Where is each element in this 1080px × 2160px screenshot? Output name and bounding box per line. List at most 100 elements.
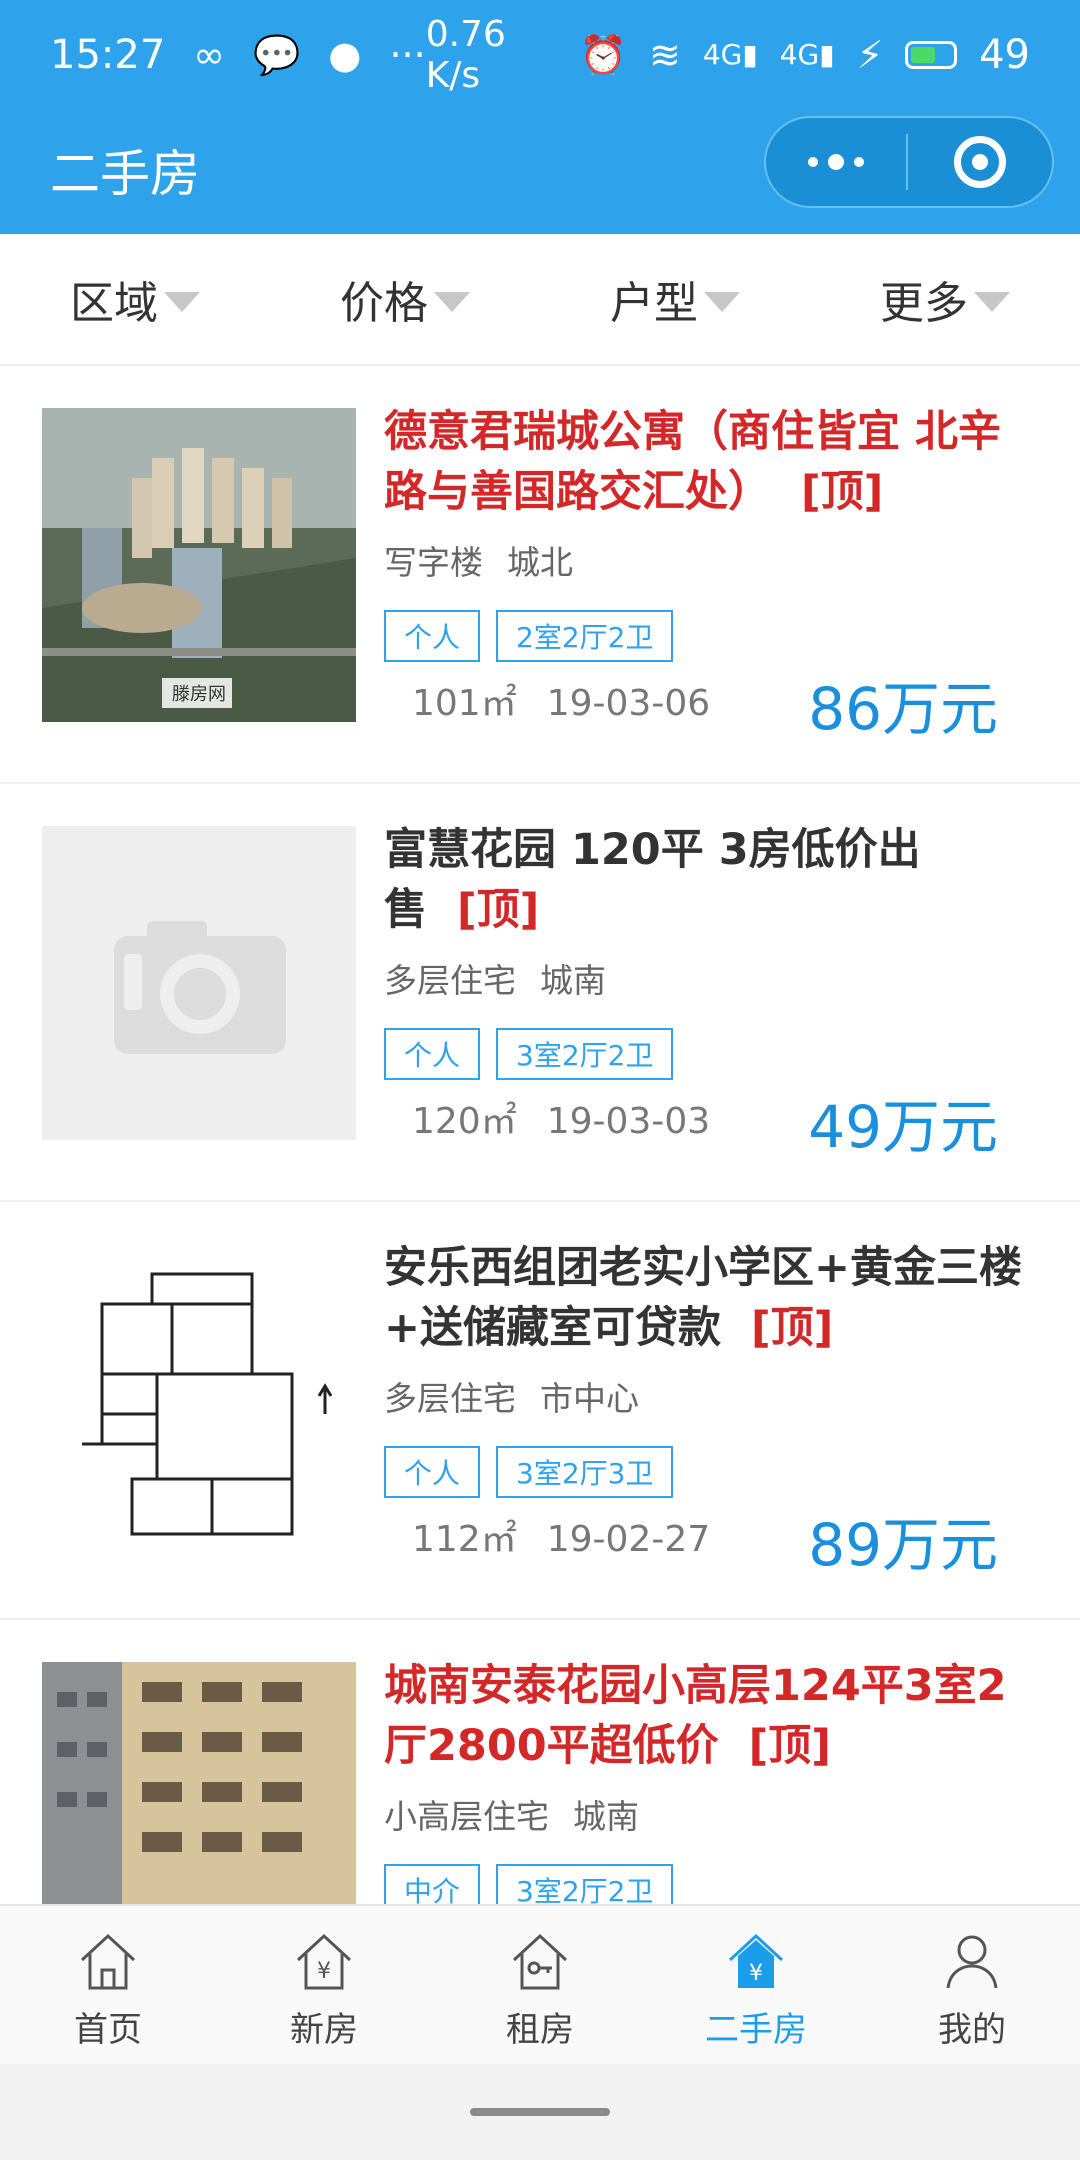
message-icon: ● bbox=[328, 33, 362, 77]
district: 市中心 bbox=[540, 1379, 639, 1418]
seller-tag: 个人 bbox=[384, 1028, 481, 1080]
network-speed: 0.76 K/s bbox=[425, 14, 506, 96]
listing-meta: 多层住宅 城南 bbox=[384, 954, 1024, 1002]
property-type: 写字楼 bbox=[384, 543, 483, 582]
seller-tag: 个人 bbox=[384, 610, 481, 662]
filter-label: 价格 bbox=[340, 278, 428, 329]
tag-list: 中介 3室2厅2卫 bbox=[384, 1864, 1024, 1904]
listing-title[interactable]: 富慧花园 120平 3房低价出售 [顶] bbox=[384, 820, 1024, 940]
layout-tag: 3室2厅3卫 bbox=[496, 1446, 674, 1498]
floor-plan-image bbox=[42, 1244, 356, 1558]
seller-tag: 个人 bbox=[384, 1446, 481, 1498]
status-bar: 15:27 ∞ 💬 ● ··· 0.76 K/s ⏰ ≋ 4G▮ 4G▮ ⚡ 4… bbox=[0, 0, 1080, 110]
listing-title[interactable]: 安乐西组团老实小学区+黄金三楼+送储藏室可贷款 [顶] bbox=[384, 1238, 1024, 1358]
dropdown-triangle-icon bbox=[434, 292, 470, 312]
layout-tag: 3室2厅2卫 bbox=[496, 1028, 674, 1080]
pinned-label: [顶] bbox=[748, 1721, 831, 1771]
filter-label: 户型 bbox=[610, 278, 698, 329]
layout-tag: 2室2厅2卫 bbox=[496, 610, 674, 662]
listing-bottom-row: 120㎡ 19-03-03 49万元 bbox=[384, 1080, 1024, 1161]
seller-tag: 中介 bbox=[384, 1864, 481, 1904]
tab-new-house[interactable]: ¥ 新房 bbox=[216, 1906, 432, 2064]
tab-label: 二手房 bbox=[705, 2010, 807, 2050]
dot-icon bbox=[828, 154, 844, 170]
filter-layout[interactable]: 户型 bbox=[540, 234, 810, 364]
camera-icon bbox=[114, 921, 286, 1054]
rent-house-icon bbox=[512, 1933, 568, 1990]
listing-list[interactable]: 滕房网 德意君瑞城公寓（商住皆宜 北辛路与善国路交汇处） [顶] 写字楼 城北 个… bbox=[0, 366, 1080, 1904]
post-date: 19-03-06 bbox=[546, 683, 711, 724]
list-item[interactable]: 富慧花园 120平 3房低价出售 [顶] 多层住宅 城南 个人 3室2厅2卫 12… bbox=[0, 784, 1080, 1202]
filter-label: 区域 bbox=[70, 278, 158, 329]
dropdown-triangle-icon bbox=[704, 292, 740, 312]
tab-second-hand[interactable]: ¥ 二手房 bbox=[648, 1906, 864, 2064]
post-date: 19-03-03 bbox=[546, 1101, 711, 1142]
photo-watermark: 滕房网 bbox=[172, 684, 226, 705]
page-title: 二手房 bbox=[50, 145, 200, 203]
listing-photo: 滕房网 bbox=[42, 408, 356, 722]
dropdown-triangle-icon bbox=[974, 292, 1010, 312]
district: 城北 bbox=[507, 543, 573, 582]
list-item[interactable]: 安乐西组团老实小学区+黄金三楼+送储藏室可贷款 [顶] 多层住宅 市中心 个人 3… bbox=[0, 1202, 1080, 1620]
property-type: 多层住宅 bbox=[384, 1379, 516, 1418]
listing-title-text: 城南安泰花园小高层124平3室2厅2800平超低价 bbox=[384, 1661, 1007, 1771]
tab-rent[interactable]: 租房 bbox=[432, 1906, 648, 2064]
infinity-icon: ∞ bbox=[193, 33, 225, 77]
floor-area: 101㎡ bbox=[412, 683, 517, 724]
tab-label: 首页 bbox=[74, 2010, 142, 2050]
home-icon bbox=[80, 1933, 136, 1990]
signal-4g-icon: 4G▮ bbox=[702, 38, 758, 71]
nav-bar: 二手房 bbox=[0, 110, 1080, 234]
new-house-icon: ¥ bbox=[296, 1933, 352, 1990]
listing-title[interactable]: 德意君瑞城公寓（商住皆宜 北辛路与善国路交汇处） [顶] bbox=[384, 402, 1024, 522]
district: 城南 bbox=[540, 961, 606, 1000]
bottom-tab-bar: 首页 ¥ 新房 租房 ¥ 二手房 我的 bbox=[0, 1904, 1080, 2064]
tab-profile[interactable]: 我的 bbox=[864, 1906, 1080, 2064]
list-item[interactable]: 城南安泰花园小高层124平3室2厅2800平超低价 [顶] 小高层住宅 城南 中介… bbox=[0, 1620, 1080, 1904]
tag-list: 个人 2室2厅2卫 bbox=[384, 610, 1024, 662]
tab-label: 我的 bbox=[938, 2010, 1006, 2050]
target-icon bbox=[954, 136, 1006, 188]
tab-home[interactable]: 首页 bbox=[0, 1906, 216, 2064]
listing-photo-placeholder bbox=[42, 826, 356, 1140]
district: 城南 bbox=[573, 1797, 639, 1836]
listing-title-text: 安乐西组团老实小学区+黄金三楼+送储藏室可贷款 bbox=[384, 1243, 1023, 1353]
price: 49万元 bbox=[808, 1093, 998, 1161]
filter-label: 更多 bbox=[880, 278, 968, 329]
svg-text:¥: ¥ bbox=[749, 1961, 763, 1986]
listing-bottom-row: 112㎡ 19-02-27 89万元 bbox=[384, 1498, 1024, 1579]
home-indicator[interactable] bbox=[470, 2108, 610, 2116]
property-type: 小高层住宅 bbox=[384, 1797, 549, 1836]
price: 89万元 bbox=[808, 1511, 998, 1579]
dot-icon bbox=[808, 157, 818, 167]
chat-bubble-icon: 💬 bbox=[252, 33, 301, 77]
listing-title-text: 德意君瑞城公寓（商住皆宜 北辛路与善国路交汇处） bbox=[384, 407, 1001, 517]
filter-price[interactable]: 价格 bbox=[270, 234, 540, 364]
battery-icon bbox=[905, 41, 958, 69]
wifi-icon: ≋ bbox=[648, 33, 681, 77]
alarm-icon: ⏰ bbox=[579, 33, 627, 77]
pinned-label: [顶] bbox=[800, 467, 884, 517]
tag-list: 个人 3室2厅3卫 bbox=[384, 1446, 1024, 1498]
filter-area[interactable]: 区域 bbox=[0, 234, 270, 364]
listing-meta: 小高层住宅 城南 bbox=[384, 1790, 1024, 1838]
price: 86万元 bbox=[808, 675, 998, 743]
battery-level: 49 bbox=[979, 32, 1030, 78]
profile-icon bbox=[946, 1935, 998, 1989]
close-miniprogram-button[interactable] bbox=[908, 136, 1052, 188]
filter-more[interactable]: 更多 bbox=[810, 234, 1080, 364]
system-navigation-bar bbox=[0, 2064, 1080, 2160]
dropdown-triangle-icon bbox=[164, 292, 200, 312]
list-item[interactable]: 滕房网 德意君瑞城公寓（商住皆宜 北辛路与善国路交汇处） [顶] 写字楼 城北 个… bbox=[0, 366, 1080, 784]
miniprogram-capsule bbox=[764, 116, 1054, 208]
listing-photo bbox=[42, 1662, 356, 1904]
property-type: 多层住宅 bbox=[384, 961, 516, 1000]
listing-title[interactable]: 城南安泰花园小高层124平3室2厅2800平超低价 [顶] bbox=[384, 1656, 1024, 1776]
tab-label: 新房 bbox=[290, 2010, 358, 2050]
floor-area: 112㎡ bbox=[412, 1519, 517, 1560]
svg-text:¥: ¥ bbox=[317, 1959, 331, 1984]
dot-icon bbox=[854, 157, 864, 167]
layout-tag: 3室2厅2卫 bbox=[496, 1864, 674, 1904]
more-menu-button[interactable] bbox=[766, 118, 906, 206]
pinned-label: [顶] bbox=[456, 885, 540, 935]
